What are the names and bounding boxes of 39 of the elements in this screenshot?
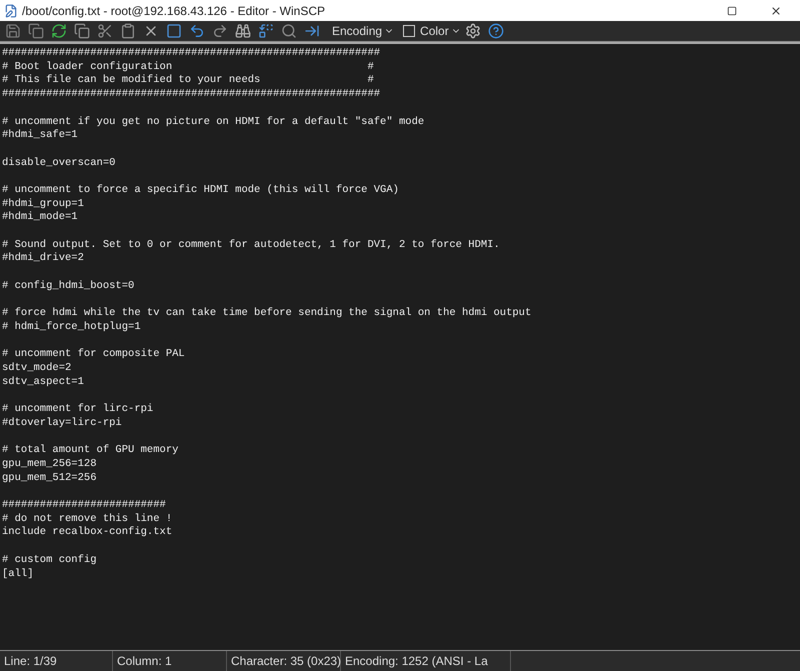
code-line: include recalbox-config.txt <box>2 526 172 540</box>
code-line: # Boot loader configuration # <box>2 60 374 74</box>
code-line: # uncomment for composite PAL <box>2 348 185 362</box>
code-line: ########################## <box>2 499 166 513</box>
document-edit-icon <box>4 4 18 18</box>
code-line: # do not remove this line ! <box>2 512 172 526</box>
code-line: # Sound output. Set to 0 or comment for autodetect, 1 for DVI, 2 to force HDMI. <box>2 238 500 252</box>
encoding-dropdown[interactable]: Encoding <box>332 22 394 40</box>
code-line: #hdmi_mode=1 <box>2 211 78 226</box>
code-line: #hdmi_safe=1 <box>2 129 78 143</box>
code-line: [all] <box>2 568 34 582</box>
code-line: #hdmi_group=1 <box>2 198 84 211</box>
code-line: gpu_mem_256=128 <box>2 458 97 472</box>
color-dropdown[interactable]: Color <box>420 22 461 40</box>
status-field: Encoding: 1252 (ANSI - La <box>341 651 511 671</box>
window-title: /boot/config.txt - root@192.168.43.126 - Editor - WinSCP <box>22 2 325 20</box>
code-line: # uncomment for lirc-rpi <box>2 403 154 417</box>
color-checkbox[interactable] <box>403 25 416 37</box>
code-line: # hdmi_force_hotplug=1 <box>2 320 141 335</box>
code-line: gpu_mem_512=256 <box>2 472 97 486</box>
code-line: # uncomment if you get no picture on HDMI for a default "safe" mode <box>2 116 424 129</box>
code-line: disable_overscan=0 <box>2 156 116 170</box>
status-field: Character: 35 (0x23) <box>227 651 341 671</box>
code-line: sdtv_mode=2 <box>2 362 72 376</box>
close-icon <box>770 4 782 16</box>
code-line: # This file can be modified to your needs # <box>2 74 374 88</box>
status-field: Column: 1 <box>113 651 227 671</box>
code-line: #dtoverlay=lirc-rpi <box>2 416 122 431</box>
code-line: sdtv_aspect=1 <box>2 376 84 390</box>
code-line: # uncomment to force a specific HDMI mode (this will force VGA) <box>2 184 399 198</box>
code-line: ############################################################ <box>2 88 380 102</box>
code-line: #hdmi_drive=2 <box>2 252 84 266</box>
code-line: # total amount of GPU memory <box>2 444 178 458</box>
maximize-icon <box>727 6 737 16</box>
code-line: # custom config <box>2 554 97 568</box>
code-line: # force hdmi while the tv can take time before sending the signal on the hdmi output <box>2 307 532 321</box>
code-line: # config_hdmi_boost=0 <box>2 280 134 294</box>
status-field: Line: 1/39 <box>0 651 113 671</box>
code-line: ############################################################ <box>2 47 380 61</box>
